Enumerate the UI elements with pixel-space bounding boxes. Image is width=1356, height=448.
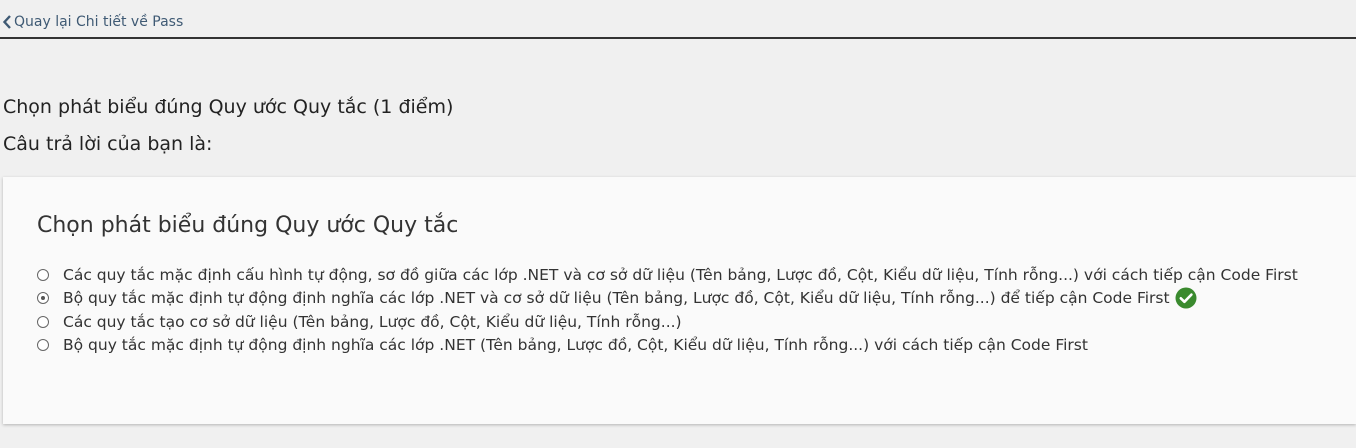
- answer-option-2[interactable]: Bộ quy tắc mặc định tự động định nghĩa c…: [37, 287, 1298, 311]
- radio-button-selected[interactable]: [37, 292, 49, 305]
- question-heading: Chọn phát biểu đúng Quy ước Quy tắc (1 đ…: [3, 96, 454, 118]
- check-circle-icon: [1175, 287, 1197, 309]
- top-nav-bar: Quay lại Chi tiết về Pass: [0, 0, 1356, 39]
- option-label: Bộ quy tắc mặc định tự động định nghĩa c…: [63, 289, 1170, 308]
- answer-options: Các quy tắc mặc định cấu hình tự động, s…: [37, 263, 1298, 357]
- back-link[interactable]: Quay lại Chi tiết về Pass: [2, 14, 183, 30]
- card-title: Chọn phát biểu đúng Quy ước Quy tắc: [37, 213, 459, 238]
- option-label: Các quy tắc mặc định cấu hình tự động, s…: [63, 265, 1298, 284]
- radio-button[interactable]: [37, 315, 49, 328]
- radio-button[interactable]: [37, 339, 49, 352]
- answer-label: Câu trả lời của bạn là:: [3, 133, 213, 155]
- option-label: Bộ quy tắc mặc định tự động định nghĩa c…: [63, 336, 1088, 355]
- chevron-left-icon: [2, 15, 11, 29]
- option-label: Các quy tắc tạo cơ sở dữ liệu (Tên bảng,…: [63, 312, 682, 331]
- back-link-label: Quay lại Chi tiết về Pass: [14, 14, 184, 30]
- answer-option-4[interactable]: Bộ quy tắc mặc định tự động định nghĩa c…: [37, 334, 1298, 358]
- answer-option-3[interactable]: Các quy tắc tạo cơ sở dữ liệu (Tên bảng,…: [37, 310, 1298, 334]
- radio-button[interactable]: [37, 268, 49, 281]
- answer-option-1[interactable]: Các quy tắc mặc định cấu hình tự động, s…: [37, 263, 1298, 287]
- question-card: Chọn phát biểu đúng Quy ước Quy tắc Các …: [3, 177, 1356, 424]
